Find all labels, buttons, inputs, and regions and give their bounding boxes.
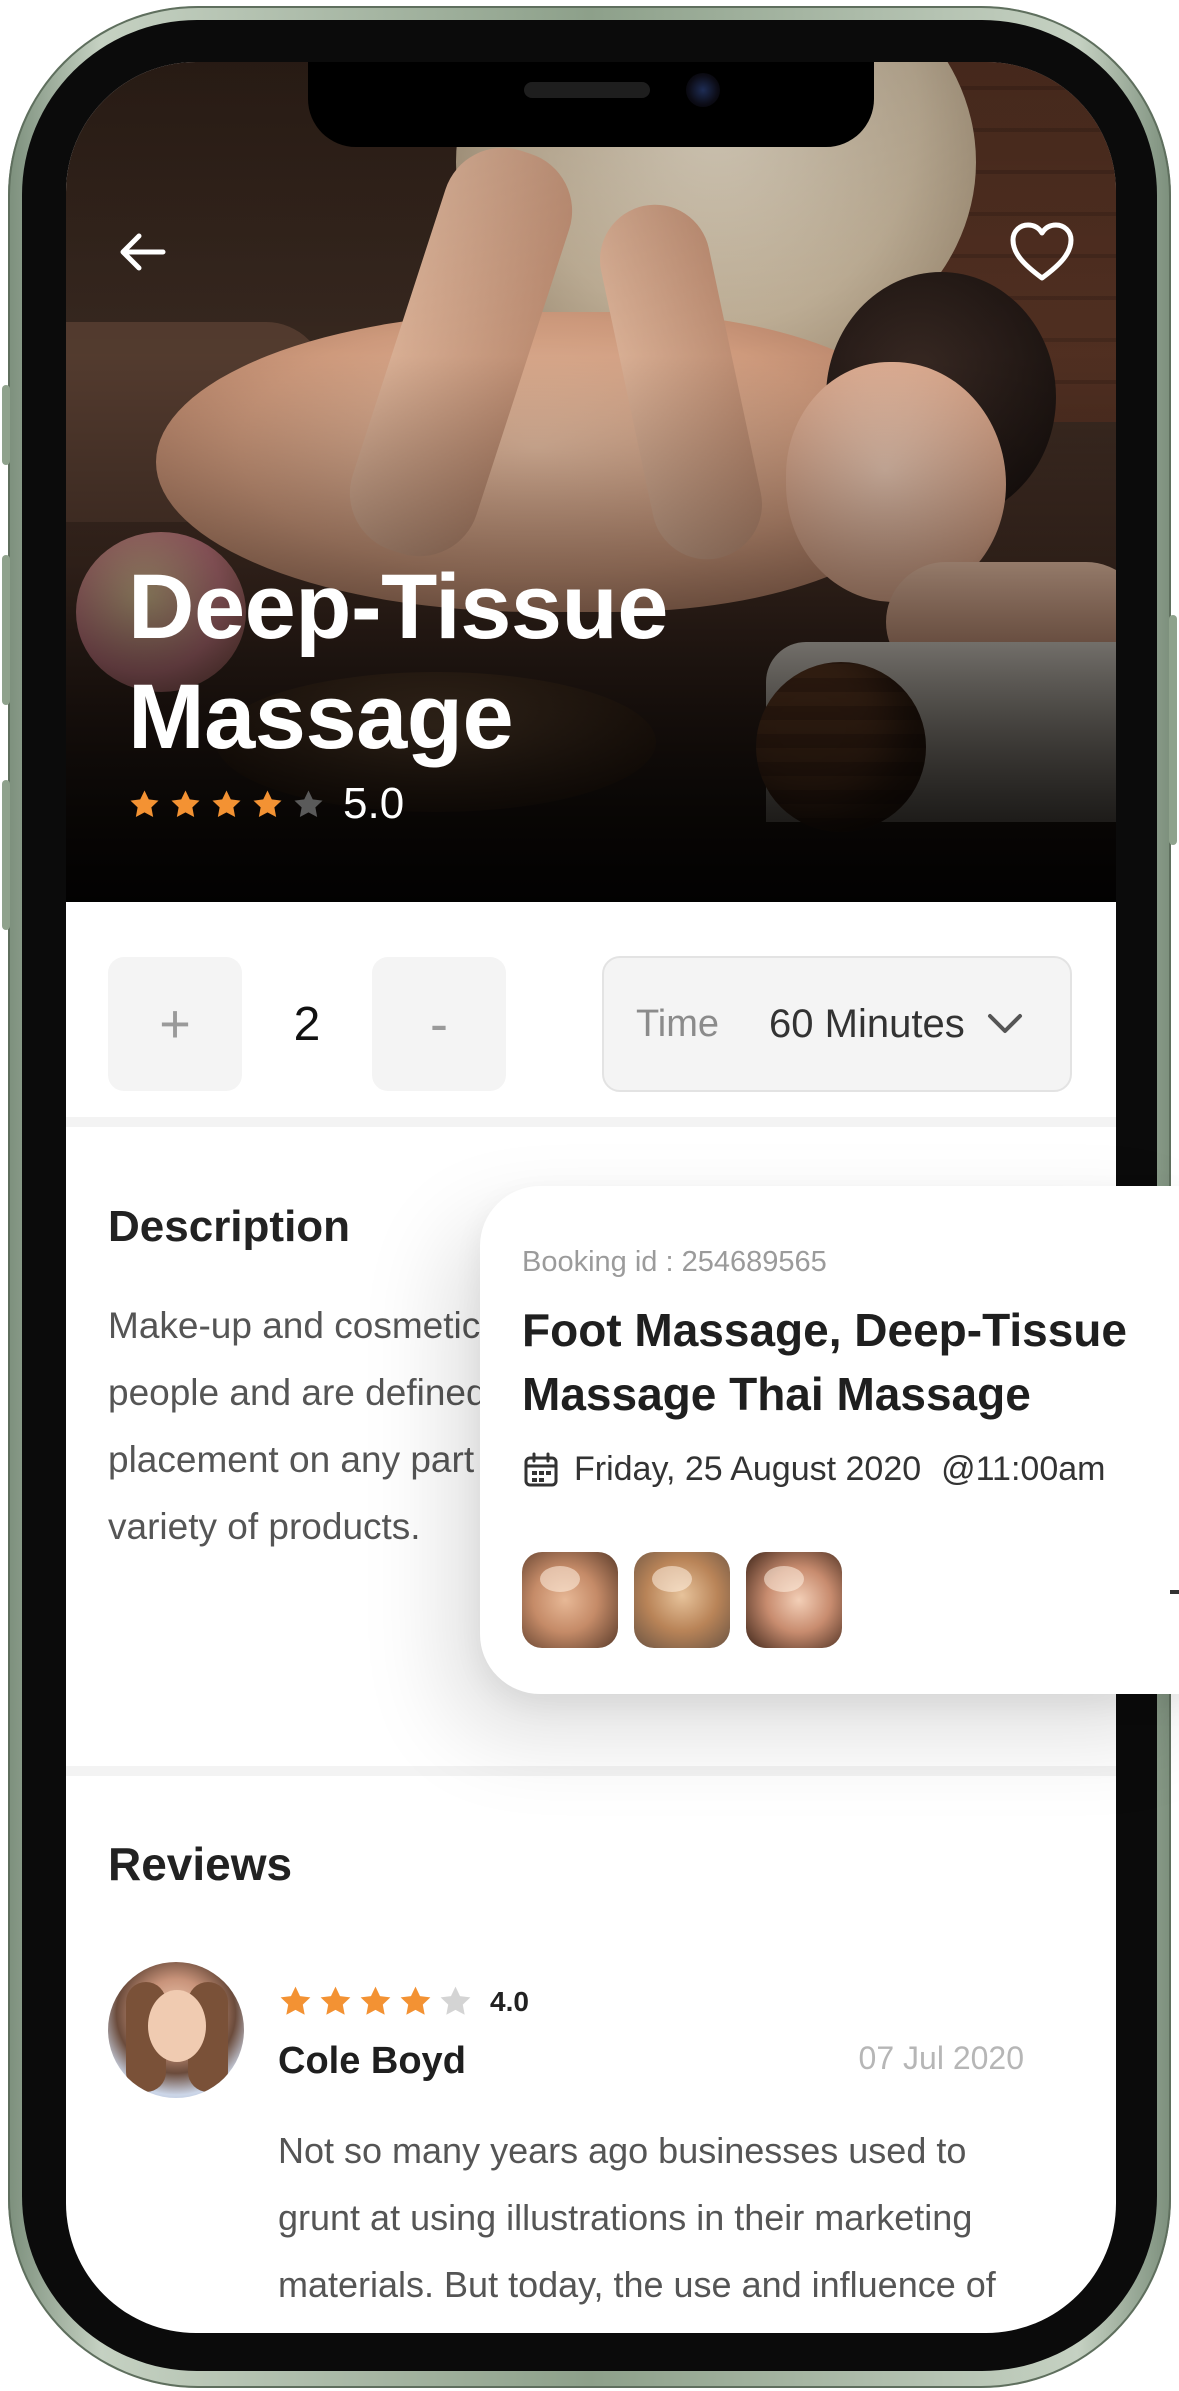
- back-button[interactable]: [102, 212, 182, 292]
- review-rating-value: 4.0: [490, 1985, 529, 2017]
- chevron-down-icon: [987, 1005, 1025, 1043]
- star-icon: [171, 789, 200, 817]
- booking-controls: + 2 - Time 60 Minutes: [66, 902, 1116, 1192]
- star-empty-icon: [440, 1986, 471, 2015]
- hero-image: [66, 62, 1116, 902]
- booking-datetime: Friday, 25 August 2020 @11:00am: [522, 1450, 1105, 1489]
- favorite-button[interactable]: [1002, 212, 1082, 292]
- time-value: 60 Minutes: [769, 1001, 965, 1046]
- phone-mute-switch: [2, 385, 10, 465]
- section-divider: [66, 1766, 1116, 1776]
- star-icon: [400, 1986, 431, 2015]
- camera-notch: [308, 62, 874, 147]
- rating-value: 5.0: [343, 779, 405, 828]
- heart-icon: [1010, 222, 1074, 281]
- booking-card[interactable]: Booking id : 254689565 Foot Massage, Dee…: [480, 1186, 1179, 1694]
- back-massage-thumbnail: [746, 1552, 842, 1648]
- arrow-left-icon: [120, 233, 166, 271]
- hair-styling-thumbnail: [634, 1552, 730, 1648]
- increase-quantity-button[interactable]: +: [108, 957, 242, 1091]
- star-empty-icon: [294, 789, 323, 817]
- phone-power-button: [1169, 615, 1177, 845]
- description-heading: Description: [108, 1202, 351, 1251]
- booking-id: Booking id : 254689565: [522, 1246, 827, 1278]
- section-divider: [66, 1117, 1116, 1127]
- review-date: 07 Jul 2020: [858, 2040, 1024, 2076]
- service-title: Deep-Tissue Massage: [128, 556, 668, 768]
- foot-massage-thumbnail: [522, 1552, 618, 1648]
- time-dropdown[interactable]: Time 60 Minutes: [602, 956, 1072, 1092]
- phone-volume-up: [2, 555, 10, 705]
- phone-volume-down: [2, 780, 10, 930]
- calendar-icon: [524, 1452, 558, 1486]
- star-icon: [253, 789, 282, 817]
- review-text: Not so many years ago businesses used to…: [278, 2130, 996, 2305]
- speaker-grille: [524, 82, 650, 98]
- booking-time: @11:00am: [941, 1450, 1106, 1488]
- service-thumbnails: [522, 1552, 842, 1648]
- star-icon: [320, 1986, 351, 2015]
- decrease-quantity-button[interactable]: -: [372, 957, 506, 1091]
- service-rating: 5.0: [128, 782, 404, 826]
- review-rating: 4.0: [278, 1984, 529, 2019]
- time-label: Time: [636, 1002, 720, 1045]
- reviewer-name: Cole Boyd: [278, 2040, 466, 2082]
- booking-date: Friday, 25 August 2020: [574, 1450, 922, 1488]
- quantity-value: 2: [293, 997, 321, 1051]
- card-edge-mark: [1170, 1590, 1179, 1594]
- star-icon: [212, 789, 241, 817]
- star-icon: [130, 789, 159, 817]
- reviewer-avatar: [108, 1962, 244, 2098]
- reviews-heading: Reviews: [108, 1838, 293, 1890]
- front-camera: [686, 73, 720, 107]
- star-icon: [280, 1986, 311, 2015]
- booked-services: Foot Massage, Deep-Tissue Massage Thai M…: [522, 1304, 1127, 1420]
- star-icon: [360, 1986, 391, 2015]
